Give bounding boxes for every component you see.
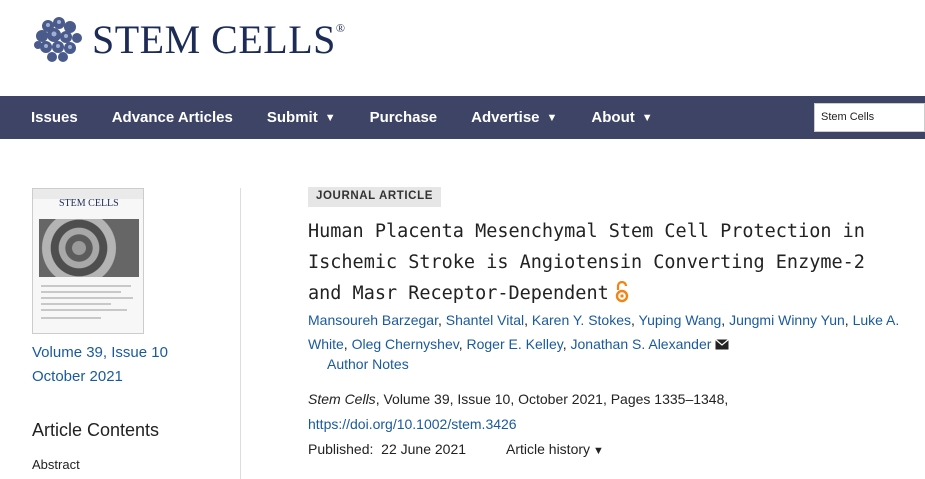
- journal-wordmark: STEM CELLS®: [92, 17, 346, 62]
- cover-text-line: [41, 303, 111, 305]
- article-type-badge: JOURNAL ARTICLE: [308, 187, 441, 207]
- author-list: Mansoureh Barzegar, Shantel Vital, Karen…: [308, 308, 908, 357]
- nav-advance-articles[interactable]: Advance Articles: [95, 96, 250, 139]
- author-notes-link[interactable]: Author Notes: [327, 356, 409, 372]
- masthead: STEM CELLS®: [0, 0, 925, 96]
- cover-text-line: [41, 297, 133, 299]
- author-link[interactable]: Roger E. Kelley: [467, 336, 563, 352]
- cover-title: STEM CELLS: [59, 198, 119, 209]
- author-link[interactable]: Oleg Chernyshev: [352, 336, 459, 352]
- cover-text-line: [41, 317, 101, 319]
- cover-text-line: [41, 309, 127, 311]
- author-link[interactable]: Shantel Vital: [446, 312, 524, 328]
- author-link[interactable]: Mansoureh Barzegar: [308, 312, 438, 328]
- author-link[interactable]: Jonathan S. Alexander: [571, 336, 712, 352]
- article-contents-heading: Article Contents: [32, 420, 160, 440]
- caret-down-icon: ▼: [546, 111, 558, 124]
- issue-date-link[interactable]: October 2021: [32, 369, 123, 384]
- caret-down-icon: ▼: [324, 111, 336, 124]
- journal-logo[interactable]: STEM CELLS®: [30, 14, 346, 66]
- cover-artwork: [39, 219, 139, 277]
- author-link[interactable]: Karen Y. Stokes: [532, 312, 631, 328]
- article-title-text: Human Placenta Mesenchymal Stem Cell Pro…: [308, 221, 865, 304]
- nav-about[interactable]: About ▼: [574, 96, 669, 139]
- nav-issues[interactable]: Issues: [0, 96, 95, 139]
- citation: Stem Cells, Volume 39, Issue 10, October…: [308, 391, 728, 407]
- cover-text-line: [41, 291, 121, 293]
- column-divider: [240, 188, 241, 479]
- envelope-icon[interactable]: [715, 333, 730, 357]
- issue-cover-image[interactable]: STEM CELLS: [32, 188, 144, 334]
- article-title: Human Placenta Mesenchymal Stem Cell Pro…: [308, 216, 908, 313]
- cover-text-line: [41, 285, 131, 287]
- article-history-toggle[interactable]: Article history ▼: [506, 441, 604, 457]
- article-history-label: Article history: [506, 441, 591, 457]
- main-nav: Issues Advance Articles Submit ▼ Purchase…: [0, 96, 925, 139]
- nav-advertise[interactable]: Advertise ▼: [454, 96, 574, 139]
- caret-down-icon: ▼: [641, 111, 653, 124]
- search-scope-select[interactable]: Stem Cells: [814, 103, 925, 132]
- cell-cluster-logo-icon: [34, 17, 82, 62]
- nav-submit[interactable]: Submit ▼: [250, 96, 353, 139]
- contents-item-abstract[interactable]: Abstract: [32, 458, 80, 471]
- nav-purchase[interactable]: Purchase: [353, 96, 455, 139]
- citation-journal: Stem Cells: [308, 391, 376, 407]
- volume-issue-link[interactable]: Volume 39, Issue 10: [32, 345, 168, 360]
- author-link[interactable]: Jungmi Winny Yun: [729, 312, 845, 328]
- published-value: 22 June 2021: [381, 441, 467, 457]
- published-date: Published: 22 June 2021: [308, 441, 466, 457]
- published-label: Published:: [308, 441, 374, 457]
- author-link[interactable]: Yuping Wang: [639, 312, 722, 328]
- citation-details: , Volume 39, Issue 10, October 2021, Pag…: [375, 391, 729, 407]
- doi-link[interactable]: https://doi.org/10.1002/stem.3426: [308, 416, 517, 432]
- caret-down-icon: ▼: [593, 445, 604, 457]
